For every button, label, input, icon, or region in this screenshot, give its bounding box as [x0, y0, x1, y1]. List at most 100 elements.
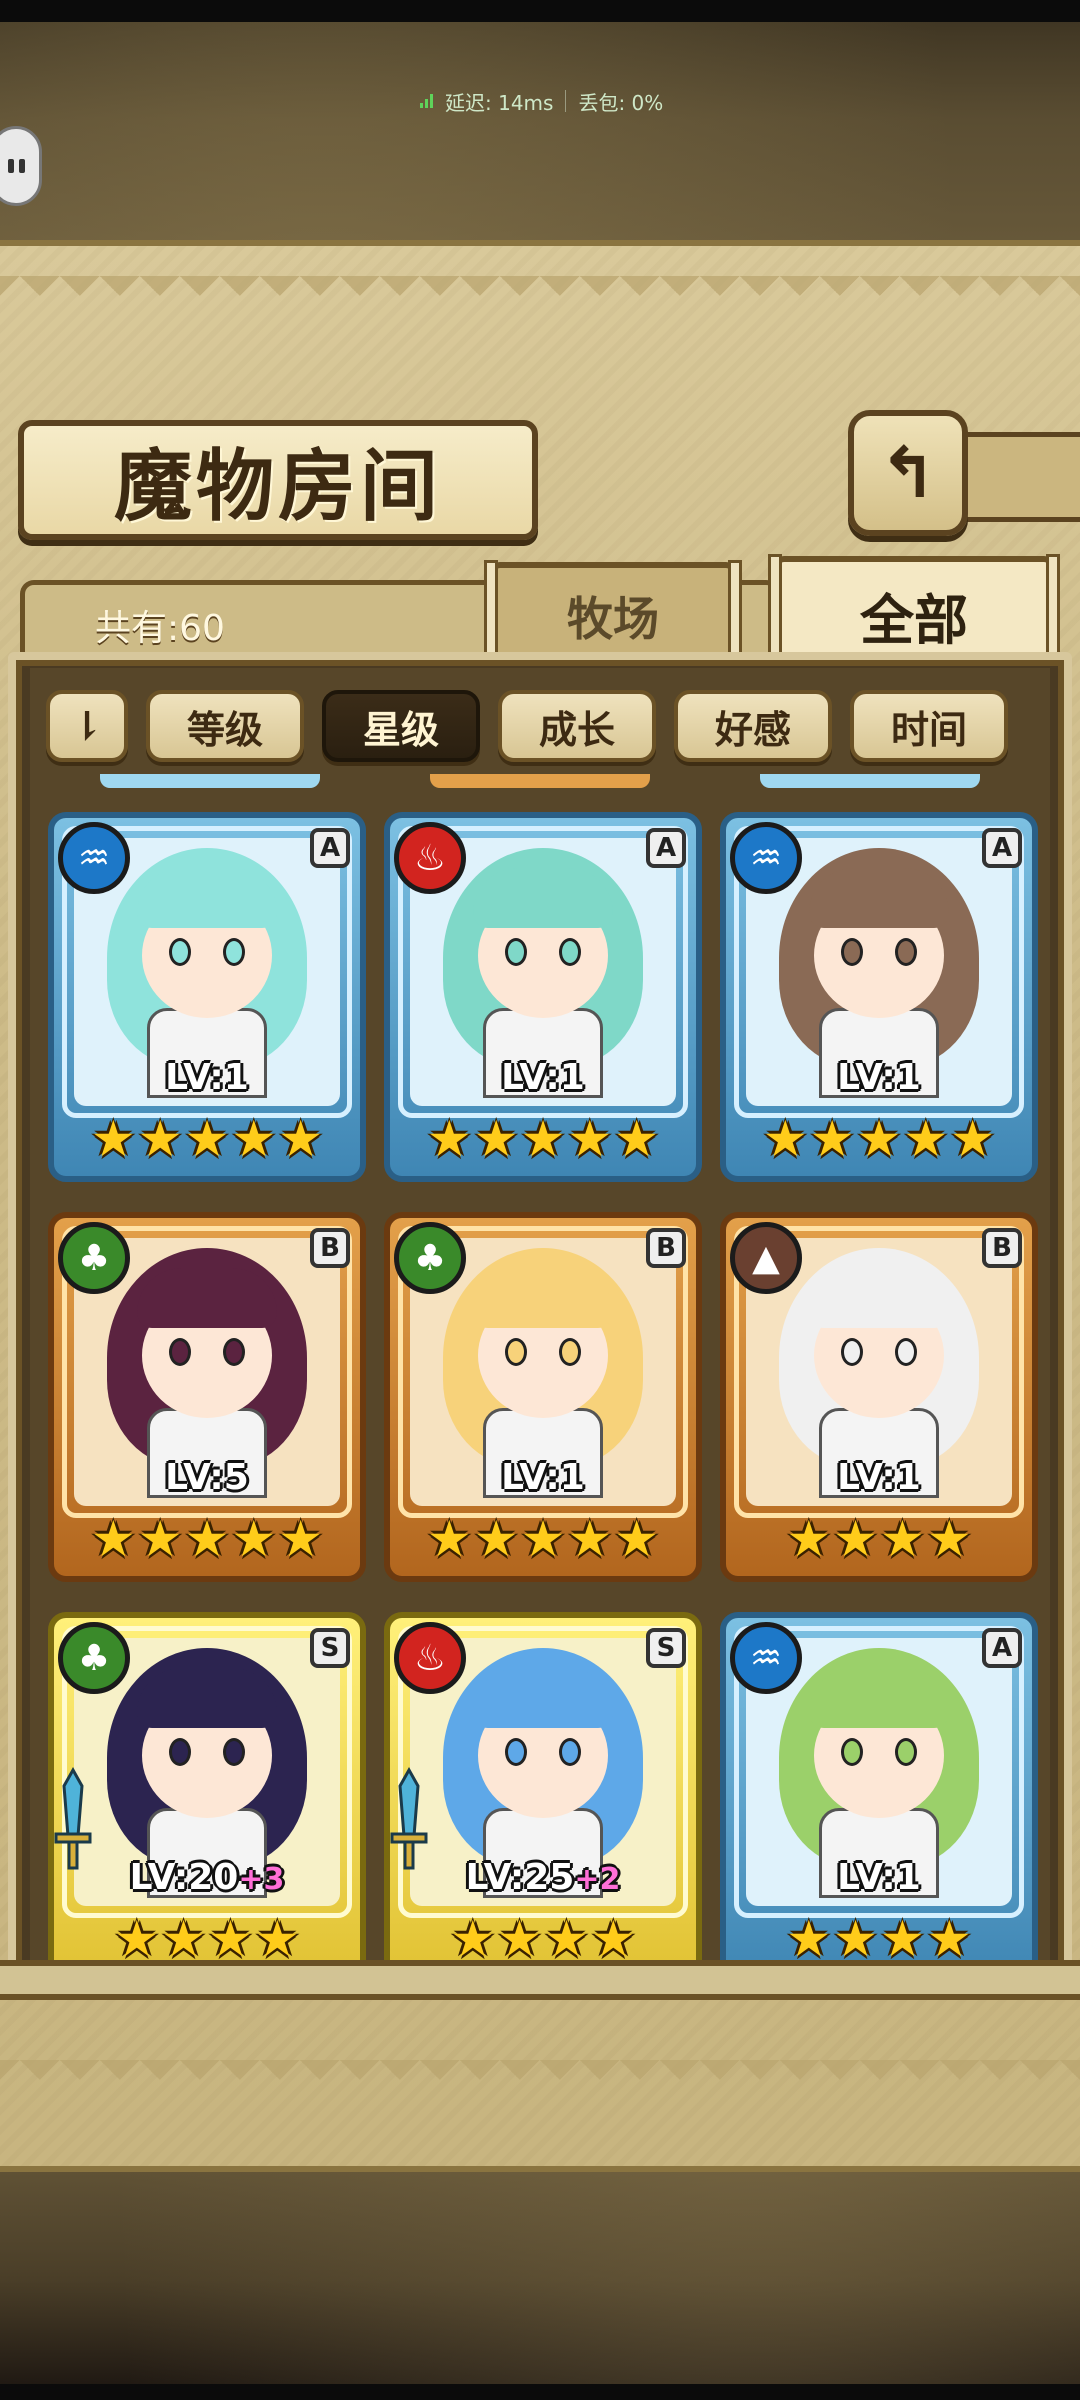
star-icon: ★: [786, 1510, 832, 1568]
level-text: LV:25: [465, 1857, 575, 1898]
star-rating: ★ ★ ★ ★: [726, 1908, 1032, 1960]
tab-all-label: 全部: [860, 587, 968, 652]
star-rating: ★ ★ ★ ★ ★: [54, 1108, 360, 1170]
monster-grid[interactable]: ♒ A LV:1 ★ ★ ★ ★ ★ ♨ A LV:1 ★ ★ ★ ★ ★ ♒ A LV:1 ★ ★ ★ ★ ★ ♣ B LV:5 ★…: [30, 774, 1050, 1960]
star-icon: ★: [880, 1510, 925, 1568]
star-icon: ★: [590, 1910, 636, 1960]
monster-level: LV:25+2: [390, 1857, 696, 1898]
star-icon: ★: [90, 1510, 136, 1568]
sort-by-time-button[interactable]: 时间: [850, 690, 1008, 762]
star-rating: ★ ★ ★ ★ ★: [390, 1508, 696, 1570]
monster-card[interactable]: ♣ B LV:5 ★ ★ ★ ★ ★: [48, 1212, 366, 1582]
sort-by-growth-button[interactable]: 成长: [498, 690, 656, 762]
level-text: LV:5: [165, 1457, 249, 1498]
back-button[interactable]: ↰: [848, 410, 968, 536]
star-icon: ★: [544, 1910, 589, 1960]
monster-level: LV:1: [390, 1457, 696, 1498]
rank-badge: B: [310, 1228, 350, 1268]
total-count: 共有:60: [95, 608, 225, 649]
star-rating: ★ ★ ★ ★ ★: [54, 1508, 360, 1570]
sort-label: 好感: [714, 706, 791, 752]
star-icon: ★: [614, 1510, 660, 1568]
star-icon: ★: [184, 1510, 230, 1568]
rank-badge: A: [646, 828, 686, 868]
star-icon: ★: [809, 1110, 855, 1168]
star-icon: ★: [762, 1110, 808, 1168]
previous-row-card: [430, 774, 650, 788]
star-icon: ★: [786, 1910, 832, 1960]
network-status: 延迟: 14ms 丢包: 0%: [420, 84, 663, 118]
monster-level: LV:1: [54, 1057, 360, 1098]
back-arrow-icon: ↰: [878, 432, 938, 514]
fire-element-icon: ♨: [394, 1622, 466, 1694]
rank-badge: B: [646, 1228, 686, 1268]
star-icon: ★: [903, 1110, 949, 1168]
star-icon: ★: [520, 1110, 566, 1168]
sort-by-star-button[interactable]: 星级: [322, 690, 480, 762]
enhance-bonus: +3: [238, 1862, 285, 1897]
sort-by-level-button[interactable]: 等级: [146, 690, 304, 762]
rank-badge: A: [982, 828, 1022, 868]
monster-card[interactable]: ♨ S LV:25+2 ★ ★ ★ ★: [384, 1612, 702, 1960]
level-text: LV:20: [129, 1857, 239, 1898]
star-icon: ★: [520, 1510, 566, 1568]
sort-label: 等级: [186, 706, 263, 752]
level-text: LV:1: [165, 1057, 249, 1098]
sort-order-icon: ⇂: [70, 702, 104, 750]
sort-by-affection-button[interactable]: 好感: [674, 690, 832, 762]
rank-badge: B: [982, 1228, 1022, 1268]
tab-farm[interactable]: 牧场: [484, 560, 742, 666]
floating-pause-button[interactable]: [0, 126, 42, 206]
monster-level: LV:20+3: [54, 1857, 360, 1898]
monster-card[interactable]: ♒ A LV:1 ★ ★ ★ ★ ★: [48, 812, 366, 1182]
page-title: 魔物房间: [113, 441, 442, 532]
monster-card[interactable]: ♒ A LV:1 ★ ★ ★ ★ ★: [720, 812, 1038, 1182]
signal-icon: [420, 94, 433, 108]
navigation-bar: [0, 2384, 1080, 2400]
wood-element-icon: ♣: [58, 1622, 130, 1694]
rank-badge: A: [310, 828, 350, 868]
previous-row-card: [760, 774, 980, 788]
enhance-bonus: +2: [574, 1862, 621, 1897]
star-icon: ★: [114, 1910, 160, 1960]
star-icon: ★: [856, 1110, 902, 1168]
monster-level: LV:1: [726, 1457, 1032, 1498]
water-element-icon: ♒: [730, 1622, 802, 1694]
star-icon: ★: [567, 1510, 613, 1568]
star-icon: ★: [950, 1110, 996, 1168]
zigzag-border-bottom: [0, 2060, 1080, 2100]
star-rating: ★ ★ ★ ★ ★: [390, 1108, 696, 1170]
sort-order-toggle[interactable]: ⇂: [46, 690, 128, 762]
status-bar: [0, 0, 1080, 22]
star-icon: ★: [90, 1110, 136, 1168]
monster-card[interactable]: ♣ S LV:20+3 ★ ★ ★ ★: [48, 1612, 366, 1960]
star-icon: ★: [137, 1110, 183, 1168]
zigzag-border-top: [0, 276, 1080, 316]
sort-label: 时间: [890, 706, 967, 752]
star-icon: ★: [426, 1510, 472, 1568]
sort-bar: ⇂ 等级 星级 成长 好感 时间: [46, 684, 1046, 768]
star-icon: ★: [208, 1910, 253, 1960]
page-title-plate: 魔物房间: [18, 420, 538, 540]
star-icon: ★: [497, 1910, 542, 1960]
monster-card[interactable]: ♨ A LV:1 ★ ★ ★ ★ ★: [384, 812, 702, 1182]
water-element-icon: ♒: [730, 822, 802, 894]
monster-level: LV:1: [726, 1057, 1032, 1098]
pause-icon: [7, 159, 25, 173]
level-text: LV:1: [501, 1057, 585, 1098]
divider: [565, 90, 567, 112]
wood-element-icon: ♣: [58, 1222, 130, 1294]
monster-level: LV:1: [390, 1057, 696, 1098]
star-icon: ★: [254, 1910, 300, 1960]
back-tab-extension: [962, 432, 1080, 522]
earth-element-icon: ▲: [730, 1222, 802, 1294]
monster-level: LV:1: [726, 1857, 1032, 1898]
star-icon: ★: [137, 1510, 183, 1568]
star-icon: ★: [473, 1110, 519, 1168]
rank-badge: S: [310, 1628, 350, 1668]
monster-card[interactable]: ♣ B LV:1 ★ ★ ★ ★ ★: [384, 1212, 702, 1582]
monster-card[interactable]: ♒ A LV:1 ★ ★ ★ ★: [720, 1612, 1038, 1960]
previous-row-card: [100, 774, 320, 788]
star-icon: ★: [231, 1510, 277, 1568]
monster-card[interactable]: ▲ B LV:1 ★ ★ ★ ★: [720, 1212, 1038, 1582]
